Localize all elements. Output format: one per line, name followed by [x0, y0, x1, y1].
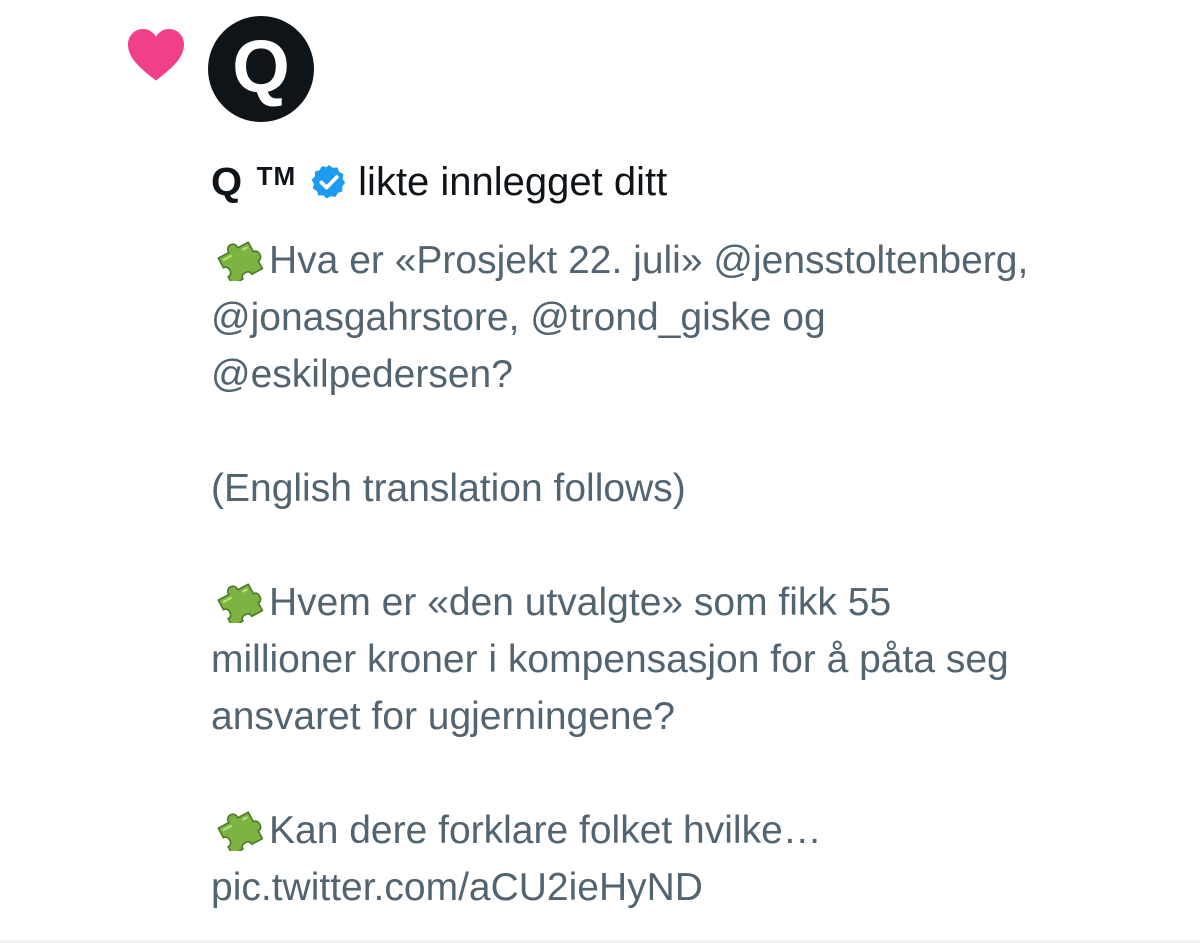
tweet-line: Kan dere forklare folket hvilke… [211, 802, 1171, 859]
tweet-text-line: @jonasgahrstore, @trond_giske og [211, 296, 826, 339]
tweet-text-line: millioner kroner i kompensasjon for å på… [211, 638, 1009, 681]
tweet-text-line: Kan dere forklare folket hvilke… [269, 809, 822, 852]
heart-icon [128, 29, 184, 81]
tweet-text-line: Hva er «Prosjekt 22. juli» @jensstoltenb… [269, 239, 1029, 282]
tweet-line: Hva er «Prosjekt 22. juli» @jensstoltenb… [211, 232, 1171, 289]
like-notification[interactable]: Q Q TM likte innlegget ditt Hva er «Pros… [0, 0, 1200, 943]
puzzle-piece-icon [217, 241, 264, 281]
tweet-media-link[interactable]: pic.twitter.com/aCU2ieHyND [211, 859, 1171, 916]
tweet-text[interactable]: Hva er «Prosjekt 22. juli» @jensstoltenb… [211, 232, 1171, 916]
user-name[interactable]: Q [211, 160, 243, 205]
tweet-text-line: ansvaret for ugjerningene? [211, 695, 675, 738]
notification-headline: Q TM likte innlegget ditt [211, 156, 667, 208]
tweet-line: Hvem er «den utvalgte» som fikk 55 [211, 574, 1171, 631]
tweet-text-line: (English translation follows) [211, 467, 686, 510]
tweet-text-line: @eskilpedersen? [211, 353, 513, 396]
avatar-letter: Q [232, 25, 290, 108]
puzzle-piece-icon [217, 583, 264, 623]
avatar[interactable]: Q [208, 16, 314, 122]
user-name-suffix[interactable]: TM [257, 161, 297, 192]
puzzle-piece-icon [217, 811, 264, 851]
verified-badge-icon [311, 164, 346, 199]
tweet-text-line: Hvem er «den utvalgte» som fikk 55 [269, 581, 892, 624]
notification-action-text: likte innlegget ditt [358, 159, 668, 204]
